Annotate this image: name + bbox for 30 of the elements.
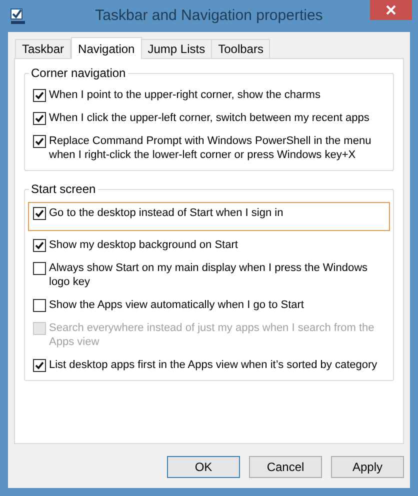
- checkbox-label: Show my desktop background on Start: [49, 238, 238, 252]
- dialog-button[interactable]: OK: [167, 456, 240, 478]
- tab[interactable]: Toolbars: [211, 39, 270, 58]
- checkbox-label: Search everywhere instead of just my apps when I search from the Apps view: [49, 321, 376, 349]
- close-icon: [386, 5, 396, 15]
- checkbox-label: Show the Apps view automatically when I go to Start: [49, 298, 304, 312]
- checkbox[interactable]: [33, 262, 46, 275]
- window-icon: [10, 8, 26, 24]
- checkbox-label: When I click the upper-left corner, switch between my recent apps: [49, 111, 370, 125]
- checkbox-label: Replace Command Prompt with Windows PowerShell in the menu when I right-click the lower-left corner or press Windows key+X: [49, 134, 372, 162]
- checkbox-label: List desktop apps first in the Apps view when it’s sorted by category: [49, 358, 378, 372]
- checkbox-label: Go to the desktop instead of Start when I sign in: [49, 206, 284, 220]
- dialog-button[interactable]: Cancel: [249, 456, 322, 478]
- window-title: Taskbar and Navigation properties: [95, 6, 323, 26]
- checkbox[interactable]: [33, 135, 46, 148]
- checkbox-label: Always show Start on my main display when I press the Windows logo key: [49, 261, 369, 289]
- tab[interactable]: Taskbar: [15, 39, 72, 58]
- close-button[interactable]: [370, 0, 412, 20]
- checkbox[interactable]: [33, 299, 46, 312]
- group-title: Corner navigation: [29, 66, 128, 80]
- group-title: Start screen: [29, 182, 98, 196]
- checkbox[interactable]: [33, 239, 46, 252]
- checkbox[interactable]: [33, 207, 46, 220]
- checkbox[interactable]: [33, 112, 46, 125]
- checkbox[interactable]: [33, 89, 46, 102]
- tab[interactable]: Jump Lists: [140, 39, 212, 58]
- tab[interactable]: Navigation: [71, 37, 142, 59]
- checkbox-label: When I point to the upper-right corner, show the charms: [49, 88, 320, 102]
- checkbox[interactable]: [33, 359, 46, 372]
- dialog-button[interactable]: Apply: [331, 456, 404, 478]
